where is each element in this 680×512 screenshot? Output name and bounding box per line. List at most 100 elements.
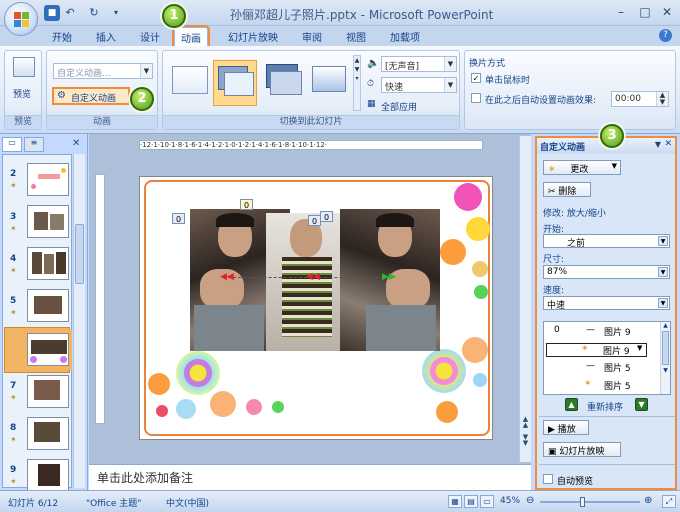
speed-label: 速度: (543, 286, 565, 296)
theme-name[interactable]: "Office 主题" (86, 496, 141, 509)
size-combo[interactable]: 87% ▼ (543, 265, 670, 279)
on-click-checkbox[interactable]: ✓ (471, 73, 481, 83)
qat-customize-button[interactable]: ▾ (108, 5, 124, 21)
slide-number: 5 (10, 296, 17, 306)
zoom-slider-thumb[interactable] (580, 497, 585, 507)
move-down-button[interactable]: ▼ (635, 398, 648, 411)
gallery-scroll[interactable]: ▲ ▼ ▾ (353, 55, 361, 111)
animation-list-scrollbar[interactable]: ▲ ▼ (660, 322, 670, 394)
animation-order-tag[interactable]: 0 (172, 213, 185, 224)
slide-sorter-icon[interactable]: ▤ (464, 495, 478, 508)
tab-slideshow[interactable]: 幻灯片放映 (228, 29, 278, 44)
custom-animation-button[interactable]: ⚙ 自定义动画 (52, 87, 130, 105)
play-button[interactable]: ▶ 播放 (543, 420, 589, 435)
zoom-out-button[interactable]: ⊖ (526, 495, 534, 506)
tab-review[interactable]: 审阅 (302, 29, 322, 44)
normal-view-icon[interactable]: ▦ (448, 495, 462, 508)
slide-thumb-6[interactable] (27, 333, 69, 366)
maximize-button[interactable]: □ (634, 3, 656, 21)
chevron-down-icon[interactable]: ▼ (637, 344, 642, 352)
slideshow-view-icon[interactable]: ▭ (480, 495, 494, 508)
slideshow-button[interactable]: ▣ 幻灯片放映 (543, 442, 621, 457)
preview-button[interactable]: 预览 (13, 87, 31, 100)
slides-pane: ▭ ≡ ✕ 2 ✶ 3 ✶ 4 ✶ 5 ✶ 6 ✶ (0, 134, 88, 492)
tab-design[interactable]: 设计 (140, 29, 160, 44)
close-pane-icon[interactable]: ✕ (72, 138, 80, 149)
transition-fade-button[interactable] (213, 60, 257, 106)
sound-icon: 🔈 (367, 58, 380, 69)
list-item[interactable]: ✶ 图片 5 (544, 379, 660, 393)
tab-animations[interactable]: 动画 (172, 25, 210, 48)
autopreview-checkbox[interactable] (543, 474, 553, 484)
tab-insert[interactable]: 插入 (96, 29, 116, 44)
minimize-button[interactable]: – (610, 3, 632, 21)
slide-thumb-5[interactable] (27, 289, 69, 322)
change-effect-button[interactable]: ✶ 更改 ▼ (543, 160, 621, 175)
speed-combo[interactable]: 中速 ▼ (543, 296, 670, 311)
group-preview-label: 预览 (5, 115, 41, 129)
fit-window-icon[interactable]: ⤢ (662, 495, 676, 508)
slide-thumb-2[interactable] (27, 163, 69, 196)
sound-combo[interactable]: [无声音] ▼ (381, 56, 457, 72)
slide-thumb-8[interactable] (27, 417, 69, 450)
delete-effect-button[interactable]: ✂ 删除 (543, 182, 591, 197)
star-icon: ✶ (581, 344, 589, 354)
advance-title: 换片方式 (469, 59, 506, 69)
slides-scrollbar[interactable] (73, 154, 85, 488)
language-indicator[interactable]: 中文(中国) (166, 496, 209, 509)
slides-tab[interactable]: ▭ (2, 137, 22, 152)
auto-after-checkbox[interactable] (471, 93, 481, 103)
animation-combo-value: 自定义动画... (57, 69, 111, 79)
auto-after-time-input[interactable]: 00:00 ▲ ▼ (611, 91, 669, 107)
transition-none-button[interactable] (167, 60, 211, 106)
motion-start-icon: ◀◀ (306, 272, 320, 282)
pane-menu-icon[interactable]: ▼ (655, 140, 661, 149)
decor-ring (422, 349, 466, 393)
zoom-in-button[interactable]: ⊕ (644, 495, 652, 506)
tab-addins[interactable]: 加载项 (390, 29, 420, 44)
outline-tab[interactable]: ≡ (24, 137, 44, 152)
redo-button[interactable]: ↻ (86, 5, 102, 21)
speed-combo[interactable]: 快速 ▼ (381, 77, 457, 93)
slide-thumb-3[interactable] (27, 205, 69, 238)
slide-number: 8 (10, 423, 17, 433)
move-up-button[interactable]: ▲ (565, 398, 578, 411)
transition-push-button[interactable] (261, 60, 305, 106)
tab-view[interactable]: 视图 (346, 29, 366, 44)
slide-thumb-4[interactable] (27, 247, 69, 280)
animation-order-tag[interactable]: 0 (320, 211, 333, 222)
apply-all-button[interactable]: 全部应用 (381, 100, 417, 113)
list-item[interactable]: 0 — 图片 9 (544, 325, 660, 339)
slide-editor: ·12·1·10·1·8·1·6·1·4·1·2·1·0·1·2·1·4·1·6… (89, 134, 531, 464)
tab-home[interactable]: 开始 (52, 29, 72, 44)
list-item[interactable]: — 图片 5 (544, 361, 660, 375)
zoom-level[interactable]: 45% (500, 496, 520, 506)
office-button[interactable] (4, 2, 38, 36)
transition-wipe-button[interactable] (307, 60, 351, 106)
editor-scrollbar[interactable]: ▲ ▲ ▼ ▼ (519, 136, 531, 462)
help-icon[interactable]: ? (659, 29, 672, 42)
slide-number: 9 (10, 465, 17, 475)
undo-button[interactable]: ↶ (62, 5, 78, 21)
close-pane-icon[interactable]: ✕ (664, 139, 672, 149)
notes-pane[interactable]: 单击此处添加备注 (89, 464, 531, 490)
start-combo[interactable]: 之前 ▼ (543, 234, 670, 249)
save-icon[interactable]: ■ (44, 5, 60, 21)
slideshow-icon: ▣ (548, 447, 557, 457)
close-button[interactable]: ✕ (656, 3, 678, 21)
size-label: 尺寸: (543, 255, 565, 265)
list-item[interactable]: ✶ 图片 9 ▼ (546, 343, 647, 357)
slide-thumb-7[interactable] (27, 375, 69, 408)
animation-order-tag[interactable]: 0 (240, 199, 253, 210)
slide-thumb-9[interactable] (27, 459, 69, 492)
decor-dot (246, 399, 262, 415)
decor-dot (156, 405, 168, 417)
decor-dot (466, 217, 490, 241)
callout-2: 2 (130, 87, 154, 111)
status-bar: 幻灯片 6/12 "Office 主题" 中文(中国) ▦ ▤ ▭ 45% ⊖ … (0, 490, 680, 512)
ribbon: 预览 预览 自定义动画... ▼ ⚙ 自定义动画 动画 2 ▲ ▼ ▾ 🔈 [无… (0, 46, 680, 134)
slide-canvas[interactable]: ◀◀ ◀◀ ▶▶ 0 0 0 0 (139, 176, 493, 440)
chevron-down-icon: ▼ (444, 78, 456, 92)
zoom-slider[interactable] (540, 497, 640, 507)
animation-combo[interactable]: 自定义动画... ▼ (53, 63, 153, 79)
